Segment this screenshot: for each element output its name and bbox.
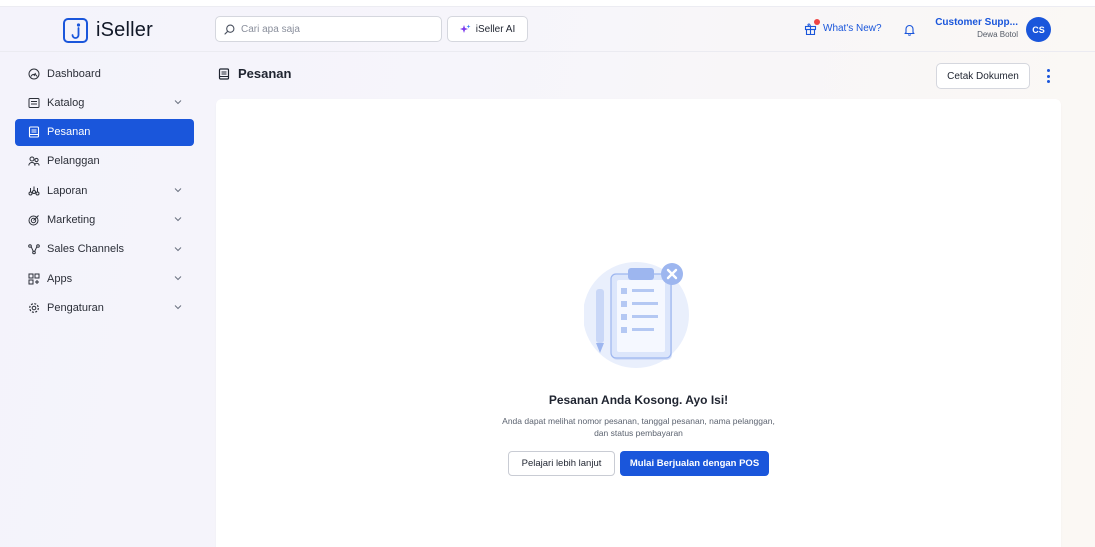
sidebar: Dashboard Katalog Pesanan Pelanggan Lapo… bbox=[15, 60, 194, 324]
page-title: Pesanan bbox=[238, 66, 292, 81]
top-header: iSeller iSeller AI What's New? Customer … bbox=[0, 8, 1095, 52]
sidebar-item-label: Pesanan bbox=[47, 126, 91, 139]
brand-logo[interactable]: iSeller bbox=[63, 18, 153, 43]
empty-state-title: Pesanan Anda Kosong. Ayo Isi! bbox=[548, 393, 729, 407]
window-top-strip bbox=[0, 0, 1095, 7]
empty-state-actions: Pelajari lebih lanjut Mulai Berjualan de… bbox=[508, 451, 769, 476]
sidebar-item-pelanggan[interactable]: Pelanggan bbox=[15, 148, 194, 175]
sidebar-item-apps[interactable]: Apps bbox=[15, 265, 194, 292]
orders-icon bbox=[27, 126, 40, 139]
start-pos-button[interactable]: Mulai Berjualan dengan POS bbox=[620, 451, 769, 476]
empty-state-description-line: Anda dapat melihat nomor pesanan, tangga… bbox=[502, 416, 775, 426]
sidebar-item-katalog[interactable]: Katalog bbox=[15, 89, 194, 116]
sidebar-item-label: Pelanggan bbox=[47, 155, 100, 168]
notification-dot bbox=[814, 19, 820, 25]
print-document-button[interactable]: Cetak Dokumen bbox=[936, 63, 1030, 89]
search-icon bbox=[224, 24, 235, 35]
sidebar-item-label: Pengaturan bbox=[47, 301, 104, 314]
marketing-icon bbox=[27, 213, 40, 226]
apps-icon bbox=[27, 272, 40, 285]
search-input[interactable] bbox=[241, 23, 431, 35]
sidebar-item-label: Marketing bbox=[47, 213, 96, 226]
brand-name: iSeller bbox=[96, 19, 153, 41]
sidebar-item-sales-channels[interactable]: Sales Channels bbox=[15, 236, 194, 263]
empty-clipboard-illustration bbox=[584, 262, 689, 368]
whats-new-link[interactable]: What's New? bbox=[804, 19, 882, 36]
sidebar-item-laporan[interactable]: Laporan bbox=[15, 177, 194, 204]
more-options-icon[interactable] bbox=[1042, 68, 1054, 84]
user-name: Customer Supp... bbox=[935, 17, 1018, 28]
gift-icon bbox=[804, 19, 820, 36]
sidebar-item-label: Laporan bbox=[47, 184, 88, 197]
chevron-down-icon bbox=[174, 217, 182, 222]
sidebar-item-pengaturan[interactable]: Pengaturan bbox=[15, 294, 194, 321]
sidebar-item-dashboard[interactable]: Dashboard bbox=[15, 60, 194, 87]
chevron-down-icon bbox=[174, 100, 182, 105]
empty-state-description: Anda dapat melihat nomor pesanan, tangga… bbox=[216, 415, 1061, 439]
chevron-down-icon bbox=[174, 246, 182, 251]
sidebar-item-label: Dashboard bbox=[47, 67, 101, 80]
whats-new-label: What's New? bbox=[823, 23, 882, 34]
learn-more-button[interactable]: Pelajari lebih lanjut bbox=[508, 451, 615, 476]
customers-icon bbox=[27, 155, 40, 168]
orders-icon bbox=[218, 67, 230, 80]
chevron-down-icon bbox=[174, 188, 182, 193]
avatar[interactable]: CS bbox=[1026, 17, 1051, 42]
user-store: Dewa Botol bbox=[977, 30, 1018, 39]
sidebar-item-marketing[interactable]: Marketing bbox=[15, 206, 194, 233]
chevron-down-icon bbox=[174, 276, 182, 281]
sidebar-item-label: Katalog bbox=[47, 96, 85, 109]
iseller-ai-button[interactable]: iSeller AI bbox=[447, 16, 528, 42]
bell-icon[interactable] bbox=[904, 23, 915, 41]
settings-icon bbox=[27, 301, 40, 314]
empty-state-card: Pesanan Anda Kosong. Ayo Isi! Anda dapat… bbox=[216, 99, 1061, 547]
sidebar-item-label: Sales Channels bbox=[47, 243, 125, 256]
chevron-down-icon bbox=[174, 305, 182, 310]
page-header: Pesanan bbox=[218, 66, 291, 81]
user-info[interactable]: Customer Supp... Dewa Botol bbox=[918, 17, 1018, 39]
catalog-icon bbox=[27, 96, 40, 109]
dashboard-icon bbox=[27, 67, 40, 80]
global-search[interactable] bbox=[215, 16, 442, 42]
iseller-logo-icon bbox=[63, 18, 88, 43]
sales-channels-icon bbox=[27, 243, 40, 256]
sidebar-item-pesanan[interactable]: Pesanan bbox=[15, 118, 194, 146]
sidebar-item-label: Apps bbox=[47, 272, 73, 285]
sparkle-icon bbox=[459, 24, 471, 33]
reports-icon bbox=[27, 184, 40, 197]
iseller-ai-label: iSeller AI bbox=[475, 23, 516, 35]
empty-state-description-line: dan status pembayaran bbox=[594, 428, 683, 438]
